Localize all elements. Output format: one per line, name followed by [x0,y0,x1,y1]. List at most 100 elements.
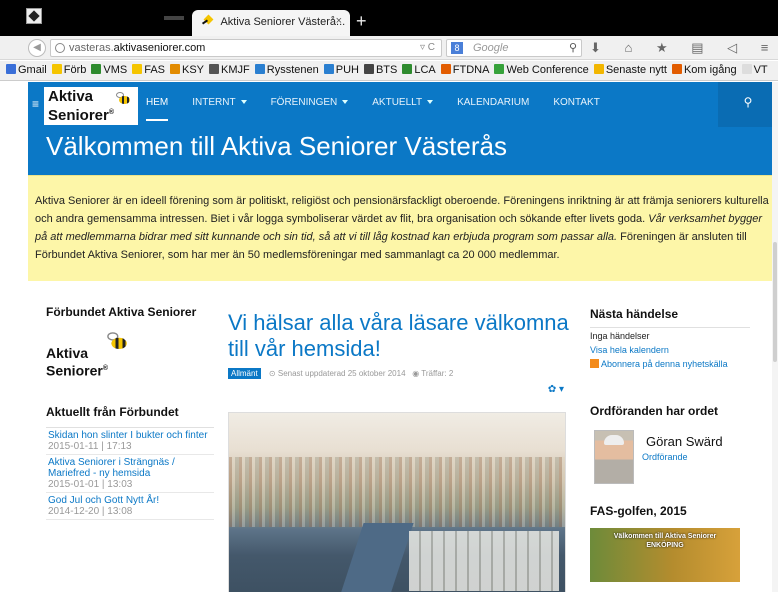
list-item: Skidan hon slinter I bukter och finter 20… [46,428,214,455]
chair-name: Göran Swärd [646,434,723,449]
tab-close-icon[interactable]: × [336,15,342,27]
bookmark-item[interactable]: PUH [323,64,359,76]
tab-list-icon[interactable] [164,16,184,20]
bee-icon [104,332,129,352]
logo-line1: Aktiva [48,88,94,105]
article-meta: Allmänt ⊙ Senast uppdaterad 25 oktober 2… [228,368,570,379]
rss-icon [590,359,599,368]
bookmark-item[interactable]: Rysstenen [254,64,319,76]
bookmark-item[interactable]: Kom igång [671,64,737,76]
bookmark-label: Gmail [18,64,47,76]
bookmark-favicon-icon [671,64,682,74]
site-logo[interactable]: Aktiva Seniorer® [44,87,138,125]
toolbar-icons[interactable]: ⬇ ⌂ ★ ▤ ◁ ≡ [590,40,778,56]
menu-item-label: FÖRENINGEN [270,97,338,108]
bookmark-item[interactable]: Web Conference [494,64,589,76]
federation-heading: Förbundet Aktiva Seniorer [46,305,197,319]
bookmark-item[interactable]: VMS [91,64,127,76]
main-menu: HEM INTERNT FÖRENINGEN AKTUELLT KALENDARIUM K… [146,82,624,127]
calendar-link[interactable]: Visa hela kalendern [590,344,750,356]
hits-count: Träffar: 2 [421,369,454,378]
federation-news-heading: Aktuellt från Förbundet [46,405,179,419]
bookmark-favicon-icon [494,64,505,74]
federation-logo[interactable]: Aktiva Seniorer® [46,332,136,385]
bookmark-item[interactable]: Förb [51,64,86,76]
menu-item-kalendarium[interactable]: KALENDARIUM [457,82,529,127]
page-scrollbar[interactable] [772,82,778,592]
bookmark-item[interactable]: Senaste nytt [593,64,667,76]
news-title-link[interactable]: Aktiva Seniorer i Strängnäs / Mariefred … [48,457,214,479]
chair-heading: Ordföranden har ordet [590,404,719,418]
bookmark-favicon-icon [323,64,334,74]
article-tools-gear-icon[interactable]: ✿ ▾ [548,384,564,395]
bookmark-favicon-icon [593,64,604,74]
category-badge[interactable]: Allmänt [228,368,261,379]
toolbar-icons-glyphs[interactable]: ⬇ ⌂ ★ ▤ ◁ ≡ [590,40,778,55]
bookmark-favicon-icon [170,64,180,74]
bookmark-favicon-icon [440,64,451,74]
chair-portrait[interactable] [594,430,634,484]
search-engine-icon[interactable]: 8 [451,42,463,54]
news-title-link[interactable]: God Jul och Gott Nytt År! [48,495,214,506]
bookmark-item[interactable]: Gmail [6,64,47,76]
bookmark-label: KMJF [221,64,250,76]
menu-item-label: AKTUELLT [372,97,423,108]
right-sidebar: Nästa händelse Inga händelser Visa hela … [590,307,750,582]
bookmark-label: KSY [182,64,205,76]
bookmark-label: Web Conference [506,64,589,76]
list-item: God Jul och Gott Nytt År! 2014-12-20 | 13… [46,493,214,520]
logo2-line1: Aktiva [46,345,89,361]
browser-nav-bar: ◀ vasteras.aktivaseniorer.com ▿ C 8 Goog… [0,36,778,60]
golf-image-text: Välkommen till Aktiva Seniorer ENKÖPING [613,533,717,549]
menu-item-internt[interactable]: INTERNT [192,82,247,127]
divider [590,327,750,328]
bookmark-item[interactable]: FTDNA [440,64,489,76]
subscribe-link[interactable]: Abonnera på denna nyhetskälla [590,358,750,370]
subscribe-label[interactable]: Abonnera på denna nyhetskälla [601,359,728,369]
hamburger-icon[interactable]: ≡ [32,97,39,111]
bookmark-item[interactable]: KMJF [209,64,250,76]
menu-item-föreningen[interactable]: FÖRENINGEN [271,82,349,127]
bookmark-item[interactable]: BTS [363,64,397,76]
clock-icon: ⊙ [268,369,276,378]
browser-tab-bar: Aktiva Seniorer Västerå... × + [0,0,778,36]
app-menu-icon[interactable] [26,8,42,24]
no-events-text: Inga händelser [590,331,650,341]
menu-item-aktuellt[interactable]: AKTUELLT [372,82,434,127]
active-tab[interactable]: Aktiva Seniorer Västerå... × [192,10,350,36]
new-tab-button[interactable]: + [356,12,367,30]
address-bar[interactable]: vasteras.aktivaseniorer.com ▿ C [50,39,442,57]
bookmark-favicon-icon [402,64,413,74]
news-title-link[interactable]: Skidan hon slinter I bukter och finter [48,430,214,441]
bee-favicon-icon [202,15,214,27]
back-button[interactable]: ◀ [28,39,46,57]
menu-item-label: INTERNT [192,97,236,108]
eye-icon: ◉ [412,369,420,378]
bookmark-item[interactable]: VT [741,64,768,76]
article-title[interactable]: Vi hälsar alla våra läsare välkomna till… [228,310,570,362]
browser-search-input[interactable]: 8 Google ⚲ [446,39,582,57]
bookmark-item[interactable]: KSY [170,64,204,76]
menu-item-hem[interactable]: HEM [146,82,169,127]
scrollbar-thumb[interactable] [773,242,777,362]
bookmark-favicon-icon [363,64,374,74]
bookmark-label: Rysstenen [266,64,319,76]
bookmark-item[interactable]: LCA [402,64,436,76]
chevron-down-icon [240,100,247,104]
search-icon[interactable]: ⚲ [569,41,577,54]
chair-role[interactable]: Ordförande [642,452,688,462]
bookmark-item[interactable]: FAS [132,64,165,76]
menu-item-label: HEM [146,97,169,108]
reload-icon[interactable]: ▿ C [420,42,435,53]
chevron-down-icon [427,100,434,104]
logo2-registered: ® [102,365,108,372]
golf-image[interactable]: Välkommen till Aktiva Seniorer ENKÖPING [590,528,740,582]
menu-item-kontakt[interactable]: KONTAKT [553,82,599,127]
news-date: 2014-12-20 | 13:08 [48,506,133,517]
logo-line2: Seniorer [48,107,109,124]
site-search-button[interactable]: ⚲ [718,82,778,127]
bookmark-favicon-icon [132,64,143,74]
chevron-down-icon [342,100,349,104]
news-date: 2015-01-01 | 13:03 [48,479,133,490]
menu-item-label: KONTAKT [553,97,600,108]
